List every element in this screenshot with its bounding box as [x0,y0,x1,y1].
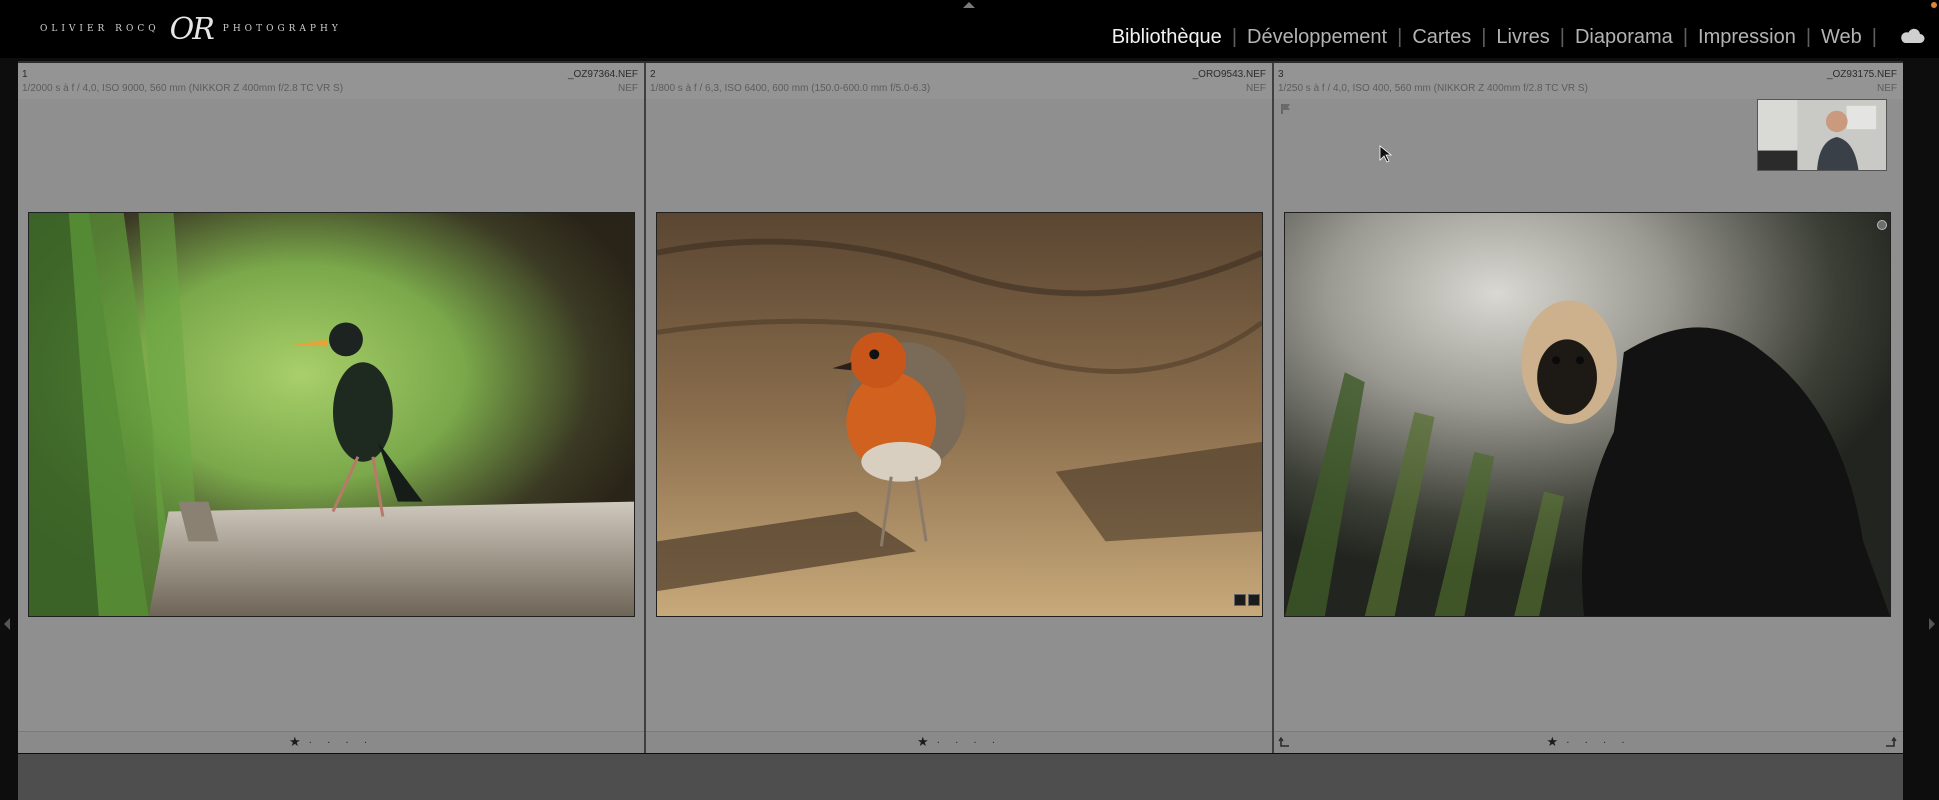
identity-plate-right-text: PHOTOGRAPHY [222,24,342,34]
rating-dots[interactable]: · · · · [1566,738,1630,749]
star-rating[interactable]: ★ · · · · [917,735,1001,750]
cell-header: 2 1/800 s à f / 6,3, ISO 6400, 600 mm (1… [646,63,1272,99]
module-develop[interactable]: Développement [1247,26,1387,49]
rotate-right-icon[interactable] [1883,736,1897,750]
collapse-right-panel-icon[interactable] [1929,618,1935,630]
module-separator: | [1481,26,1487,48]
photo-filename: _OZ93175.NEF [1826,69,1897,80]
collapse-left-panel-icon[interactable] [4,618,10,630]
cell-header: 1 1/2000 s à f / 4,0, ISO 9000, 560 mm (… [18,63,644,99]
star-icon[interactable]: ★ [1546,735,1560,750]
module-separator: | [1871,26,1877,48]
cell-footer: ★ · · · · [1274,731,1903,753]
photo-index: 3 [1278,69,1284,80]
module-separator: | [1805,26,1812,48]
star-rating[interactable]: ★ · · · · [1546,735,1630,750]
photo-filetype: NEF [1246,83,1266,94]
notification-dot [1931,2,1937,8]
edit-badges [1234,594,1260,606]
photo-filename: _ORO9543.NEF [1192,69,1266,80]
identity-plate-left-text: OLIVIER ROCQ [40,24,160,34]
module-picker: Bibliothèque | Développement | Cartes | … [1112,26,1887,49]
module-separator: | [1397,26,1403,48]
photo-filetype: NEF [618,83,638,94]
cloud-icon[interactable] [1899,28,1925,44]
module-separator: | [1559,26,1565,48]
photo-exif: 1/250 s à f / 4,0, ISO 400, 560 mm (NIKK… [1278,83,1588,94]
module-slideshow[interactable]: Diaporama [1575,26,1673,49]
photo-cell[interactable]: 2 1/800 s à f / 6,3, ISO 6400, 600 mm (1… [646,63,1274,753]
photo-cell[interactable]: 1 1/2000 s à f / 4,0, ISO 9000, 560 mm (… [18,63,646,753]
module-picker-bar: OLIVIER ROCQ OR PHOTOGRAPHY Bibliothèque… [0,0,1939,58]
collapse-top-panel-icon[interactable] [963,2,975,8]
module-map[interactable]: Cartes [1412,26,1471,49]
photo-index: 2 [650,69,656,80]
toolbar-area [18,754,1903,800]
survey-grid: 1 1/2000 s à f / 4,0, ISO 9000, 560 mm (… [18,61,1903,753]
photo-index: 1 [22,69,28,80]
star-icon[interactable]: ★ [917,735,931,750]
webcam-overlay [1757,99,1887,171]
cell-footer: ★ · · · · [646,731,1272,753]
module-separator: | [1682,26,1689,48]
star-rating[interactable]: ★ · · · · [289,735,373,750]
develop-badge-icon[interactable] [1248,594,1260,606]
selection-indicator-icon[interactable] [1877,220,1887,230]
identity-plate: OLIVIER ROCQ OR PHOTOGRAPHY [40,8,342,50]
photo-cell[interactable]: 3 1/250 s à f / 4,0, ISO 400, 560 mm (NI… [1274,63,1903,753]
star-icon[interactable]: ★ [289,735,303,750]
module-library[interactable]: Bibliothèque [1112,26,1222,49]
module-book[interactable]: Livres [1496,26,1549,49]
photo-filename: _OZ97364.NEF [567,69,638,80]
mouse-pointer-icon [1379,145,1393,163]
rotate-left-icon[interactable] [1278,736,1292,750]
collection-badge-icon[interactable] [1234,594,1246,606]
rating-dots[interactable]: · · · · [309,738,373,749]
module-print[interactable]: Impression [1698,26,1796,49]
module-separator: | [1231,26,1238,48]
photo-exif: 1/800 s à f / 6,3, ISO 6400, 600 mm (150… [650,83,931,94]
survey-view: 1 1/2000 s à f / 4,0, ISO 9000, 560 mm (… [0,58,1939,800]
photo-exif: 1/2000 s à f / 4,0, ISO 9000, 560 mm (NI… [22,83,344,94]
flag-icon[interactable] [1280,103,1292,115]
cell-footer: ★ · · · · [18,731,644,753]
rating-dots[interactable]: · · · · [937,738,1001,749]
photo-thumbnail-robin[interactable] [656,212,1263,617]
cell-header: 3 1/250 s à f / 4,0, ISO 400, 560 mm (NI… [1274,63,1903,99]
photo-thumbnail-starling[interactable] [28,212,635,617]
photo-thumbnail-saki-monkey[interactable] [1284,212,1891,617]
identity-plate-monogram: OR [169,11,215,47]
module-web[interactable]: Web [1821,26,1862,49]
photo-filetype: NEF [1877,83,1897,94]
